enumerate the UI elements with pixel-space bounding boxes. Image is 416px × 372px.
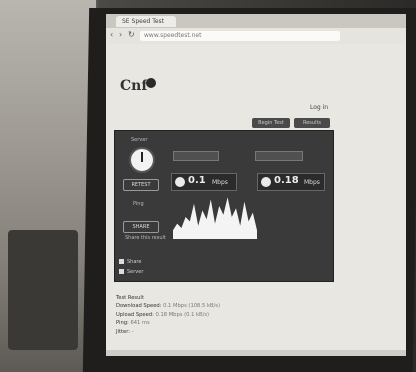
upload-value: 0.18 bbox=[274, 175, 299, 186]
ping-line-value: 641 ms bbox=[130, 320, 150, 327]
download-readout: 0.1 Mbps bbox=[171, 173, 237, 191]
share-result-label: Share this result bbox=[125, 235, 166, 241]
upload-line-value: 0.18 Mbps (0.1 kB/s) bbox=[155, 311, 210, 318]
speedtest-panel: Server RETEST Ping SHARE Share this resu… bbox=[114, 130, 334, 282]
results-heading: Test Result bbox=[116, 295, 144, 301]
download-icon bbox=[175, 177, 185, 187]
jitter-line: Jitter: - bbox=[116, 328, 220, 336]
speed-graph bbox=[173, 197, 257, 239]
server-label: Server bbox=[131, 137, 148, 143]
share-footer-item[interactable]: Share bbox=[119, 259, 141, 265]
results-button[interactable]: Results bbox=[294, 118, 330, 128]
upload-readout: 0.18 Mbps bbox=[257, 173, 325, 191]
background-object bbox=[8, 230, 78, 350]
share-icon bbox=[119, 259, 124, 264]
jitter-line-label: Jitter: bbox=[116, 328, 131, 335]
forward-icon[interactable]: › bbox=[119, 31, 127, 39]
url-field[interactable]: www.speedtest.net bbox=[140, 31, 340, 41]
option-select[interactable] bbox=[255, 151, 303, 161]
page-bottom-strip bbox=[106, 350, 406, 356]
download-value: 0.1 bbox=[188, 175, 206, 186]
logo-mark-icon bbox=[146, 78, 156, 88]
speed-gauge-icon bbox=[129, 147, 155, 173]
back-icon[interactable]: ‹ bbox=[110, 31, 118, 39]
server-icon bbox=[119, 269, 124, 274]
begin-test-button[interactable]: Begin Test bbox=[252, 118, 290, 128]
retest-button[interactable]: RETEST bbox=[123, 179, 159, 191]
jitter-line-value: - bbox=[131, 328, 134, 335]
address-bar: ‹ › ↻ www.speedtest.net bbox=[106, 28, 406, 44]
share-footer-label: Share bbox=[127, 259, 142, 265]
ping-line: Ping: 641 ms bbox=[116, 319, 220, 327]
reload-icon[interactable]: ↻ bbox=[128, 31, 136, 39]
browser-window: SE Speed Test ‹ › ↻ www.speedtest.net Cn… bbox=[106, 14, 406, 356]
download-unit: Mbps bbox=[212, 179, 228, 186]
page-content: Cnf Log in Begin Test Results Server RET… bbox=[106, 44, 406, 356]
browser-titlebar: SE Speed Test bbox=[106, 14, 406, 28]
results-block: Test Result Download Speed: 0.1 Mbps (10… bbox=[116, 294, 220, 336]
speed-graph-area bbox=[173, 197, 257, 239]
photo-scene: SE Speed Test ‹ › ↻ www.speedtest.net Cn… bbox=[0, 0, 416, 372]
upload-unit: Mbps bbox=[304, 179, 320, 186]
share-button[interactable]: SHARE bbox=[123, 221, 159, 233]
upload-icon bbox=[261, 177, 271, 187]
ping-line-label: Ping: bbox=[116, 320, 129, 327]
login-link[interactable]: Log in bbox=[310, 104, 328, 111]
ping-label: Ping bbox=[133, 201, 144, 207]
browser-tab[interactable]: SE Speed Test bbox=[116, 16, 176, 27]
upload-line-label: Upload Speed: bbox=[116, 311, 154, 318]
download-line-value: 0.1 Mbps (108.5 kB/s) bbox=[163, 303, 220, 310]
download-line-label: Download Speed: bbox=[116, 303, 162, 310]
download-line: Download Speed: 0.1 Mbps (108.5 kB/s) bbox=[116, 302, 220, 310]
server-select[interactable] bbox=[173, 151, 219, 161]
server-footer-item[interactable]: Server bbox=[119, 269, 143, 275]
server-footer-label: Server bbox=[127, 269, 144, 275]
site-logo[interactable]: Cnf bbox=[120, 78, 147, 94]
upload-line: Upload Speed: 0.18 Mbps (0.1 kB/s) bbox=[116, 311, 220, 319]
